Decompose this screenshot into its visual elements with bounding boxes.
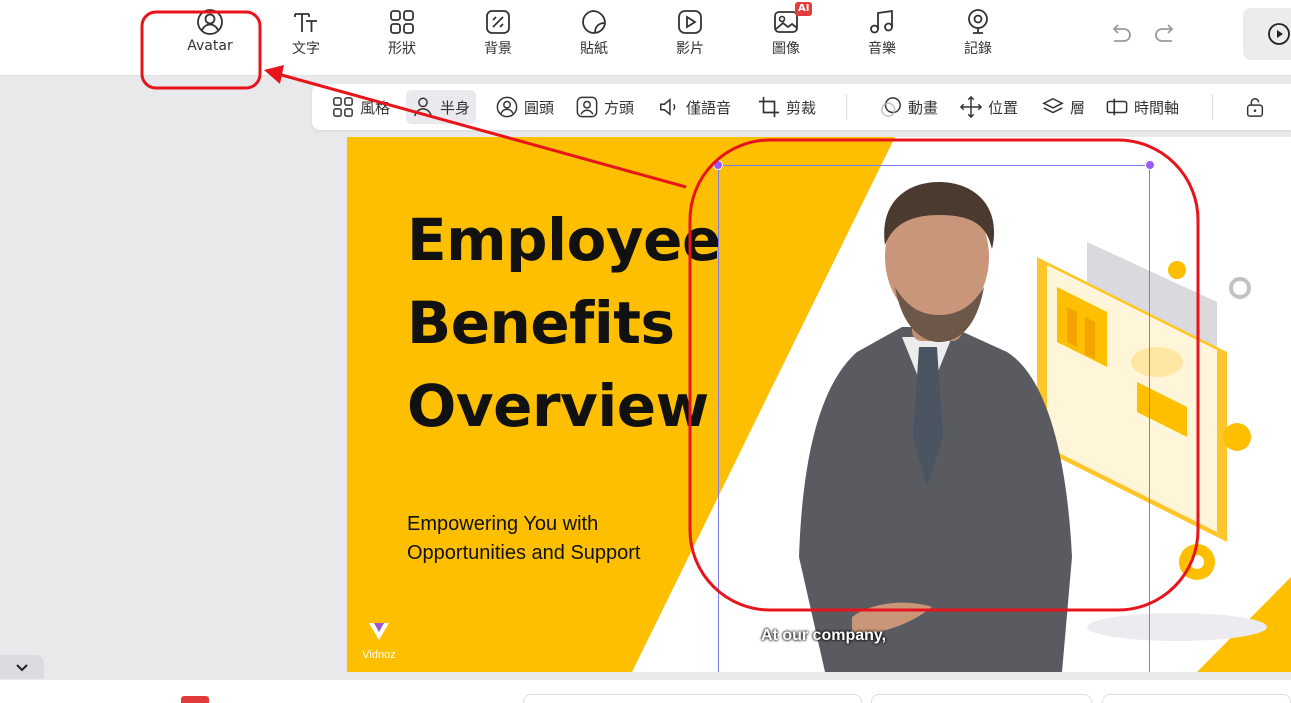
crop-icon bbox=[758, 96, 780, 118]
tool-label: 背景 bbox=[484, 41, 512, 57]
tool-label: 貼紙 bbox=[580, 41, 608, 57]
record-icon bbox=[968, 9, 988, 34]
animation-icon bbox=[881, 97, 901, 117]
subbar-label: 圓頭 bbox=[524, 98, 555, 117]
subbar-label: 層 bbox=[1070, 98, 1086, 117]
slide-canvas[interactable]: Employee Benefits Overview Empowering Yo… bbox=[347, 137, 1291, 672]
subbar-label: 時間軸 bbox=[1134, 98, 1180, 117]
scene-thumbnail[interactable] bbox=[871, 694, 1092, 703]
title-line: Benefits bbox=[407, 289, 675, 357]
subbar-label: 方頭 bbox=[604, 98, 635, 117]
top-toolbar: Avatar 文字 形狀 背景 貼紙 影片 AI 圖像 音樂 記錄 bbox=[0, 0, 1291, 76]
subbar-timeline[interactable]: 時間軸 bbox=[1100, 90, 1185, 124]
slide-subtitle[interactable]: Empowering You with Opportunities and Su… bbox=[407, 510, 667, 568]
tool-label: 記錄 bbox=[964, 41, 992, 57]
tool-background[interactable]: 背景 bbox=[463, 8, 533, 58]
circle-head-icon bbox=[496, 96, 518, 118]
text-icon bbox=[294, 13, 317, 32]
tool-label: 音樂 bbox=[868, 41, 896, 57]
scene-thumbnail[interactable] bbox=[523, 694, 862, 703]
tool-record[interactable]: 記錄 bbox=[943, 8, 1013, 58]
logo-text: Vidnoz bbox=[362, 649, 396, 661]
avatar-options-toolbar: 風格 半身 圓頭 方頭 僅語音 剪裁 動畫 位置 層 時間軸 bbox=[312, 84, 1291, 130]
resize-handle-top-right[interactable] bbox=[1145, 160, 1155, 170]
subbar-label: 僅語音 bbox=[686, 98, 732, 117]
bottom-scene-strip bbox=[0, 680, 1291, 703]
history-controls bbox=[1106, 20, 1180, 48]
lock-icon bbox=[1246, 98, 1264, 117]
toolbar-divider bbox=[846, 94, 847, 120]
subbar-voice-only[interactable]: 僅語音 bbox=[652, 90, 737, 124]
tool-sticker[interactable]: 貼紙 bbox=[559, 8, 629, 58]
avatar-selection-box[interactable] bbox=[718, 165, 1150, 672]
toolbar-divider bbox=[1212, 94, 1213, 120]
tool-label: 圖像 bbox=[772, 41, 800, 57]
tool-avatar[interactable]: Avatar bbox=[175, 8, 245, 54]
subbar-label: 動畫 bbox=[908, 98, 939, 117]
preview-button[interactable] bbox=[1243, 8, 1291, 60]
subbar-style[interactable]: 風格 bbox=[326, 90, 396, 124]
voice-only-icon bbox=[660, 98, 676, 116]
tool-text[interactable]: 文字 bbox=[271, 8, 341, 58]
play-circle-icon bbox=[1268, 23, 1290, 45]
tool-shapes[interactable]: 形狀 bbox=[367, 8, 437, 58]
subbar-crop[interactable]: 剪裁 bbox=[752, 90, 822, 124]
subbar-label: 剪裁 bbox=[786, 98, 817, 117]
redo-icon[interactable] bbox=[1152, 20, 1180, 48]
new-badge bbox=[181, 696, 209, 703]
square-head-icon bbox=[576, 96, 598, 118]
tool-music[interactable]: 音樂 bbox=[847, 8, 917, 58]
subbar-half-body[interactable]: 半身 bbox=[406, 90, 477, 124]
shapes-icon bbox=[390, 10, 414, 34]
half-body-icon bbox=[414, 97, 432, 117]
vidnoz-logo: Vidnoz bbox=[357, 619, 401, 661]
title-line: Overview bbox=[407, 372, 709, 440]
tool-label: 形狀 bbox=[388, 41, 416, 57]
style-grid-icon bbox=[333, 97, 353, 117]
avatar-icon bbox=[197, 9, 223, 35]
subbar-circle-head[interactable]: 圓頭 bbox=[490, 90, 560, 124]
tool-label: Avatar bbox=[187, 38, 233, 54]
ai-badge: AI bbox=[795, 2, 813, 16]
subbar-label: 半身 bbox=[440, 98, 471, 117]
music-icon bbox=[870, 9, 893, 34]
subbar-lock[interactable] bbox=[1238, 90, 1272, 124]
subbar-label: 風格 bbox=[360, 98, 391, 117]
layers-icon bbox=[1042, 97, 1064, 114]
title-line: Employee bbox=[407, 206, 721, 274]
slide-title[interactable]: Employee Benefits Overview bbox=[407, 199, 721, 448]
vidnoz-logo-icon bbox=[369, 623, 389, 640]
position-icon bbox=[960, 96, 982, 118]
undo-icon[interactable] bbox=[1106, 20, 1134, 48]
background-icon bbox=[486, 10, 510, 34]
tool-video[interactable]: 影片 bbox=[655, 8, 725, 58]
subbar-label: 位置 bbox=[988, 98, 1019, 117]
tool-image[interactable]: AI 圖像 bbox=[751, 2, 821, 58]
tool-label: 文字 bbox=[292, 41, 320, 57]
sticker-icon bbox=[582, 10, 606, 34]
video-icon bbox=[678, 10, 702, 34]
subbar-position[interactable]: 位置 bbox=[954, 90, 1024, 124]
resize-handle-top-left[interactable] bbox=[713, 160, 723, 170]
subbar-animation[interactable]: 動畫 bbox=[874, 90, 944, 124]
collapse-panel-button[interactable] bbox=[0, 655, 44, 679]
scene-thumbnail[interactable] bbox=[1102, 694, 1291, 703]
subbar-square-head[interactable]: 方頭 bbox=[570, 90, 640, 124]
chevron-down-icon bbox=[16, 664, 28, 672]
tool-label: 影片 bbox=[676, 41, 704, 57]
timeline-icon bbox=[1106, 98, 1128, 116]
subbar-layers[interactable]: 層 bbox=[1036, 90, 1091, 124]
